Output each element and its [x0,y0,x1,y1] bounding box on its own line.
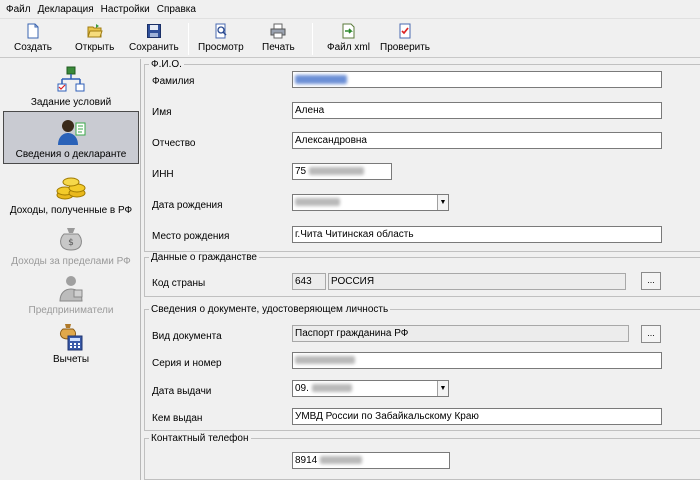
preview-button[interactable]: Просмотр [198,20,244,58]
chevron-down-icon[interactable]: ▼ [437,381,448,396]
nav-item-income-abroad[interactable]: $ Доходы за пределами РФ [3,224,139,272]
document-type-browse-button[interactable]: ... [641,325,661,343]
patronymic-label: Отчество [152,138,196,149]
nav-item-income-rf[interactable]: Доходы, полученные в РФ [3,170,139,222]
contact-legend: Контактный телефон [151,433,249,444]
check-label: Проверить [380,42,431,53]
save-label: Сохранить [129,42,179,53]
menu-settings[interactable]: Настройки [101,4,150,15]
country-name-field: РОССИЯ [328,273,626,290]
redacted-value [308,167,364,176]
xml-file-label: Файл xml [327,42,370,53]
redacted-value [311,384,352,393]
side-navigation: Задание условий Сведения о декларанте До… [0,59,141,480]
redacted-value [295,74,347,84]
nav-item-entrepreneurs[interactable]: Предприниматели [3,273,139,317]
nav-item-conditions[interactable]: Задание условий [3,62,139,112]
birthplace-input[interactable]: г.Чита Читинская область [292,226,662,243]
menu-file[interactable]: Файл [6,4,31,15]
inn-input[interactable]: 75 [292,163,392,180]
fio-legend: Ф.И.О. [151,59,182,70]
series-number-label: Серия и номер [152,358,222,369]
person-icon [58,120,86,145]
businessman-icon [59,276,83,302]
nav-item-deductions[interactable]: Вычеты [3,322,139,370]
issue-date-picker[interactable]: 09. ▼ [292,380,449,397]
save-disk-icon [146,24,161,38]
toolbar-separator [188,23,189,55]
name-input[interactable]: Алена [292,102,662,119]
issued-by-label: Кем выдан [152,413,203,424]
country-code-label: Код страны [152,278,206,289]
calculator-money-icon [59,324,83,351]
phone-visible-prefix: 8914 [295,455,318,466]
nav-label-conditions: Задание условий [30,97,112,108]
print-button[interactable]: Печать [262,20,295,58]
surname-input[interactable] [292,71,662,88]
series-number-input[interactable] [292,352,662,369]
new-document-icon [27,23,39,39]
menu-bar: Файл Декларация Настройки Справка [0,0,700,19]
checklist-icon [399,23,411,39]
country-browse-button[interactable]: ... [641,272,661,290]
create-button[interactable]: Создать [14,20,52,58]
nav-label-deductions: Вычеты [52,354,90,365]
create-label: Создать [14,42,53,53]
birthdate-picker[interactable]: ▼ [292,194,449,211]
xml-export-icon [342,23,355,39]
redacted-value [320,456,363,465]
open-folder-icon [86,24,103,38]
preview-label: Просмотр [198,42,244,53]
document-type-field: Паспорт гражданина РФ [292,325,629,342]
xml-file-button[interactable]: Файл xml [327,20,370,58]
check-button[interactable]: Проверить [380,20,430,58]
name-label: Имя [152,107,172,118]
birthplace-label: Место рождения [152,231,230,242]
country-code-field: 643 [292,273,326,290]
birthdate-label: Дата рождения [152,200,223,211]
money-bag-icon: $ [60,228,82,251]
open-label: Открыть [75,42,115,53]
surname-label: Фамилия [152,76,195,87]
inn-visible-prefix: 75 [295,166,307,177]
print-label: Печать [262,42,295,53]
phone-input[interactable]: 8914 [292,452,450,469]
redacted-value [295,356,355,365]
document-legend: Сведения о документе, удостоверяющем лич… [151,304,389,315]
nav-label-income-abroad: Доходы за пределами РФ [11,256,131,267]
printer-icon [270,23,286,39]
declarant-form: Ф.И.О. Фамилия Имя Алена Отчество Алекса… [142,59,700,480]
inn-label: ИНН [152,169,174,180]
nav-item-declarant[interactable]: Сведения о декларанте [3,111,139,164]
issue-date-label: Дата выдачи [152,386,212,397]
save-button[interactable]: Сохранить [129,20,179,58]
issued-by-input[interactable]: УМВД России по Забайкальскому Краю [292,408,662,425]
svg-text:$: $ [68,238,74,248]
coins-icon [56,177,86,200]
chevron-down-icon[interactable]: ▼ [437,195,448,210]
menu-help[interactable]: Справка [157,4,196,15]
document-type-label: Вид документа [152,331,222,342]
patronymic-input[interactable]: Александровна [292,132,662,149]
toolbar: Создать Открыть Сохранить Просмотр Печат… [0,20,700,58]
nav-label-income-rf: Доходы, полученные в РФ [9,205,133,216]
nav-label-entrepreneurs: Предприниматели [28,305,114,316]
hierarchy-icon [57,66,85,92]
preview-icon [215,23,227,39]
redacted-value [295,198,340,207]
toolbar-separator [312,23,313,55]
citizenship-legend: Данные о гражданстве [151,252,257,263]
menu-declaration[interactable]: Декларация [38,4,94,15]
nav-label-declarant: Сведения о декларанте [15,149,127,160]
issue-date-visible-prefix: 09. [295,383,309,394]
open-button[interactable]: Открыть [75,20,114,58]
